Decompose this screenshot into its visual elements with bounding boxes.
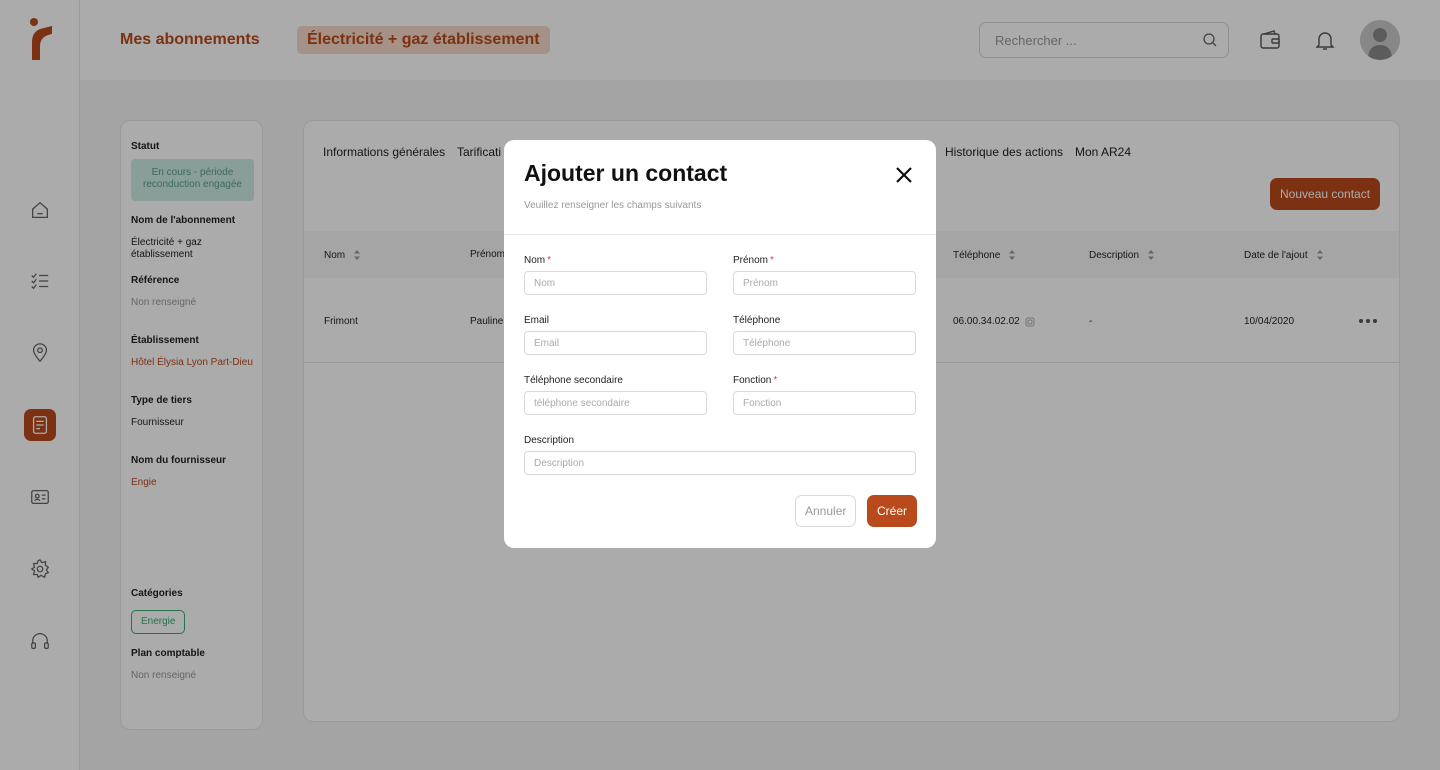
add-contact-modal: Ajouter un contact Veuillez renseigner l…: [504, 140, 936, 548]
close-button[interactable]: [892, 163, 916, 187]
modal-subtitle: Veuillez renseigner les champs suivants: [524, 200, 702, 211]
secondary-phone-label: Téléphone secondaire: [524, 375, 623, 386]
fonction-field[interactable]: [733, 391, 916, 415]
required-mark: *: [770, 255, 774, 266]
modal-divider: [504, 234, 936, 235]
fonction-label: Fonction *: [733, 375, 777, 386]
prenom-label: Prénom *: [733, 255, 774, 266]
close-icon: [896, 167, 912, 183]
field-label: Nom: [524, 255, 546, 266]
secondary-phone-field[interactable]: [524, 391, 707, 415]
field-label: Email: [524, 315, 550, 326]
field-label: Fonction: [733, 375, 772, 386]
prenom-field[interactable]: [733, 271, 916, 295]
required-mark: *: [773, 375, 778, 386]
field-label: Téléphone: [733, 315, 781, 326]
telephone-label: Téléphone: [733, 315, 780, 326]
required-mark: *: [547, 255, 552, 266]
description-field[interactable]: [524, 451, 916, 475]
nom-label: Nom *: [524, 255, 551, 266]
field-label: Téléphone secondaire: [524, 375, 623, 386]
description-label: Description: [524, 435, 574, 446]
field-label: Prénom: [733, 255, 769, 266]
field-label: Description: [524, 435, 575, 446]
create-button[interactable]: Créer: [867, 495, 918, 527]
nom-field[interactable]: [524, 271, 707, 295]
telephone-field[interactable]: [733, 331, 916, 355]
cancel-button[interactable]: Annuler: [795, 495, 857, 527]
modal-title: Ajouter un contact: [524, 160, 728, 186]
email-label: Email: [524, 315, 549, 326]
email-field[interactable]: [524, 331, 707, 355]
